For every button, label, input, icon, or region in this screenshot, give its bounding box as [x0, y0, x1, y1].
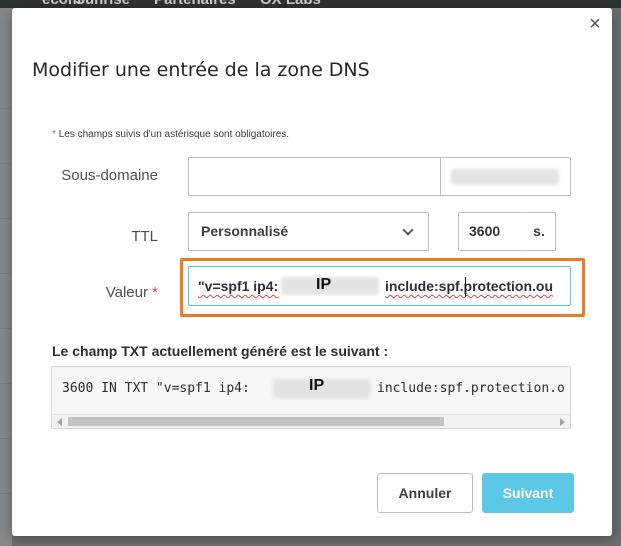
generated-record-label: Le champ TXT actuellement généré est le …	[52, 343, 389, 359]
required-note-text: Les champs suivis d'un astérisque sont o…	[58, 129, 290, 140]
background-divider	[0, 273, 12, 274]
redacted-domain	[451, 169, 559, 185]
nav-item-partenaires: Partenaires	[154, 0, 236, 8]
domain-suffix	[440, 157, 571, 196]
ttl-select-value: Personnalisé	[201, 223, 289, 239]
ip-placeholder-label: IP	[316, 276, 332, 293]
number-spinner[interactable]	[509, 213, 523, 250]
ip-placeholder-label: IP	[309, 377, 325, 394]
ttl-select[interactable]: Personnalisé	[188, 212, 429, 251]
ttl-label: TTL	[131, 228, 158, 245]
close-icon[interactable]: ×	[586, 14, 604, 34]
value-text-start: "v=spf1 ip4:	[198, 278, 279, 294]
background-divider	[0, 218, 12, 219]
nav-item-sunrise: Sunrise	[75, 0, 130, 8]
ttl-unit: s.	[523, 212, 556, 251]
ttl-number-input[interactable]: 3600	[458, 212, 524, 251]
background-sidebar	[0, 8, 12, 546]
scroll-left-icon[interactable]	[57, 418, 62, 426]
ttl-number-value: 3600	[469, 223, 501, 239]
chevron-down-icon	[402, 224, 414, 236]
asterisk: *	[52, 129, 56, 140]
background-divider	[0, 328, 12, 329]
value-text-end: include:spf.protection.ou	[385, 278, 553, 294]
generated-text-start: 3600 IN TXT "v=spf1 ip4:	[62, 381, 250, 396]
background-divider	[0, 163, 12, 164]
scrollbar-thumb[interactable]	[68, 417, 444, 426]
edit-dns-entry-modal: × Modifier une entrée de la zone DNS * L…	[12, 8, 612, 536]
generated-text-end: include:spf.protection.o	[377, 381, 565, 396]
value-input[interactable]: "v=spf1 ip4: IP include:spf.protection.o…	[188, 266, 571, 306]
generated-record-box: 3600 IN TXT "v=spf1 ip4: IP include:spf.…	[51, 366, 571, 429]
scroll-right-icon[interactable]	[560, 418, 565, 426]
next-button[interactable]: Suivant	[482, 473, 574, 513]
background-divider	[0, 493, 12, 494]
asterisk: *	[152, 284, 158, 301]
background-top-nav: ecom Sunrise Partenaires OX Labs	[0, 0, 621, 8]
horizontal-scrollbar[interactable]	[52, 414, 570, 428]
background-divider	[0, 438, 12, 439]
background-divider	[0, 108, 12, 109]
background-divider	[0, 383, 12, 384]
text-caret	[465, 277, 466, 297]
subdomain-input[interactable]	[188, 157, 441, 196]
modal-title: Modifier une entrée de la zone DNS	[32, 59, 370, 81]
required-fields-note: * Les champs suivis d'un astérisque sont…	[52, 129, 289, 140]
value-label-text: Valeur	[105, 284, 148, 301]
value-label: Valeur *	[32, 284, 158, 301]
cancel-button[interactable]: Annuler	[377, 473, 473, 513]
subdomain-label: Sous-domaine	[61, 167, 158, 184]
nav-item-ox-labs: OX Labs	[260, 0, 321, 8]
